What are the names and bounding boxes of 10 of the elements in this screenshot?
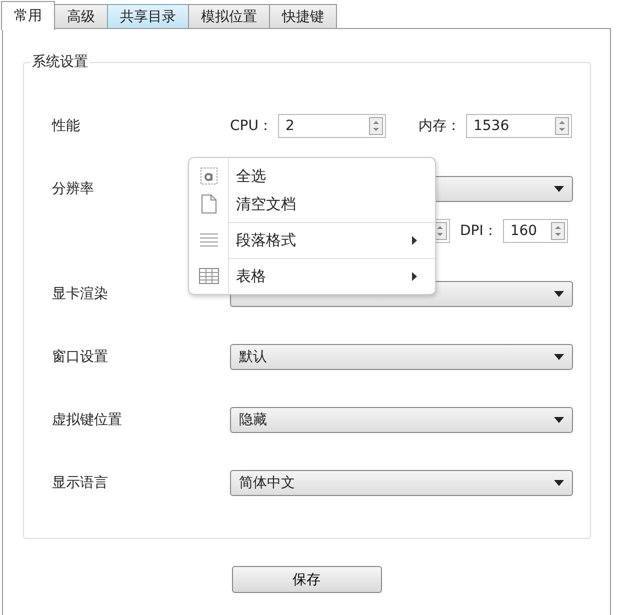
setting-label: 显示语言 [51,474,109,492]
group-title: 系统设置 [30,53,90,71]
setting-label: 显卡渲染 [51,285,109,303]
field-label: DPI： [460,222,498,240]
field-label: CPU： [230,117,272,135]
field-label: 内存： [418,117,460,135]
setting-label: 虚拟键位置 [51,411,123,429]
setting-label: 窗口设置 [51,348,109,366]
setting-label: 分辨率 [51,180,95,198]
setting-label: 性能 [50,117,81,135]
